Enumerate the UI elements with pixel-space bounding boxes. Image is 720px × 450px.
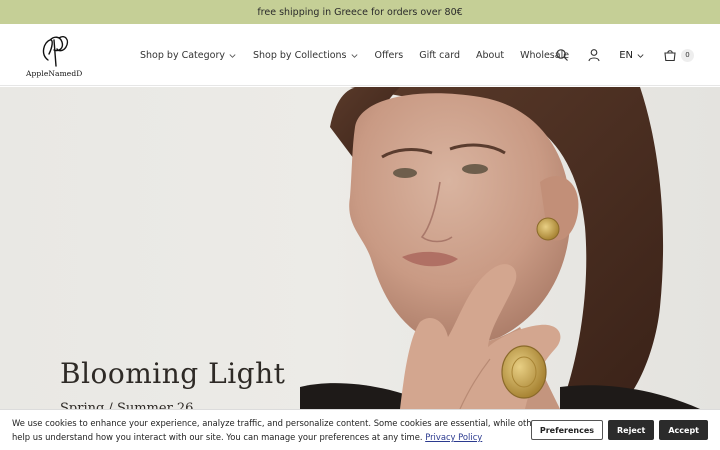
nav-gift-card[interactable]: Gift card [419, 50, 460, 61]
nav-shop-by-collections[interactable]: Shop by Collections [253, 50, 359, 61]
accept-button[interactable]: Accept [659, 420, 708, 440]
chevron-down-icon [350, 53, 358, 58]
announcement-text: free shipping in Greece for orders over … [257, 6, 463, 18]
brand-name: AppleNamedD [26, 69, 83, 78]
nav-label: Shop by Category [140, 49, 225, 61]
nav-shop-by-category[interactable]: Shop by Category [140, 50, 237, 61]
reject-button[interactable]: Reject [608, 420, 655, 440]
user-icon[interactable] [587, 48, 601, 62]
brand-logo[interactable]: AppleNamedD [26, 30, 82, 80]
language-selector[interactable]: EN [619, 50, 645, 61]
main-nav: Shop by Category Shop by Collections Off… [140, 24, 585, 86]
header-actions: EN 0 [537, 24, 694, 86]
hero-subtitle: Spring / Summer 26 [60, 401, 194, 409]
language-code: EN [619, 49, 633, 61]
cookie-message: We use cookies to enhance your experienc… [0, 416, 555, 444]
hero-banner[interactable]: Blooming Light Spring / Summer 26 [0, 87, 720, 409]
search-icon[interactable] [555, 48, 569, 62]
cookie-actions: Preferences Reject Accept [526, 420, 708, 440]
nav-label: About [476, 49, 505, 61]
cart-count-badge: 0 [681, 48, 694, 62]
nav-label: Gift card [419, 49, 460, 61]
privacy-policy-link[interactable]: Privacy Policy [425, 432, 482, 442]
chevron-down-icon [637, 53, 644, 58]
chevron-down-icon [229, 53, 236, 58]
cart-button[interactable]: 0 [663, 48, 694, 62]
nav-about[interactable]: About [476, 50, 504, 61]
nav-offers[interactable]: Offers [375, 50, 404, 61]
hero-title: Blooming Light [60, 357, 286, 390]
cookie-banner: We use cookies to enhance your experienc… [0, 409, 720, 450]
nav-label: Shop by Collections [252, 49, 347, 61]
preferences-button[interactable]: Preferences [530, 420, 604, 440]
site-header: AppleNamedD Shop by Category Shop by Col… [0, 24, 720, 86]
logo-mark-icon [42, 36, 69, 67]
shopping-bag-icon [664, 50, 676, 62]
announcement-bar: free shipping in Greece for orders over … [0, 0, 720, 24]
nav-label: Offers [374, 49, 404, 61]
